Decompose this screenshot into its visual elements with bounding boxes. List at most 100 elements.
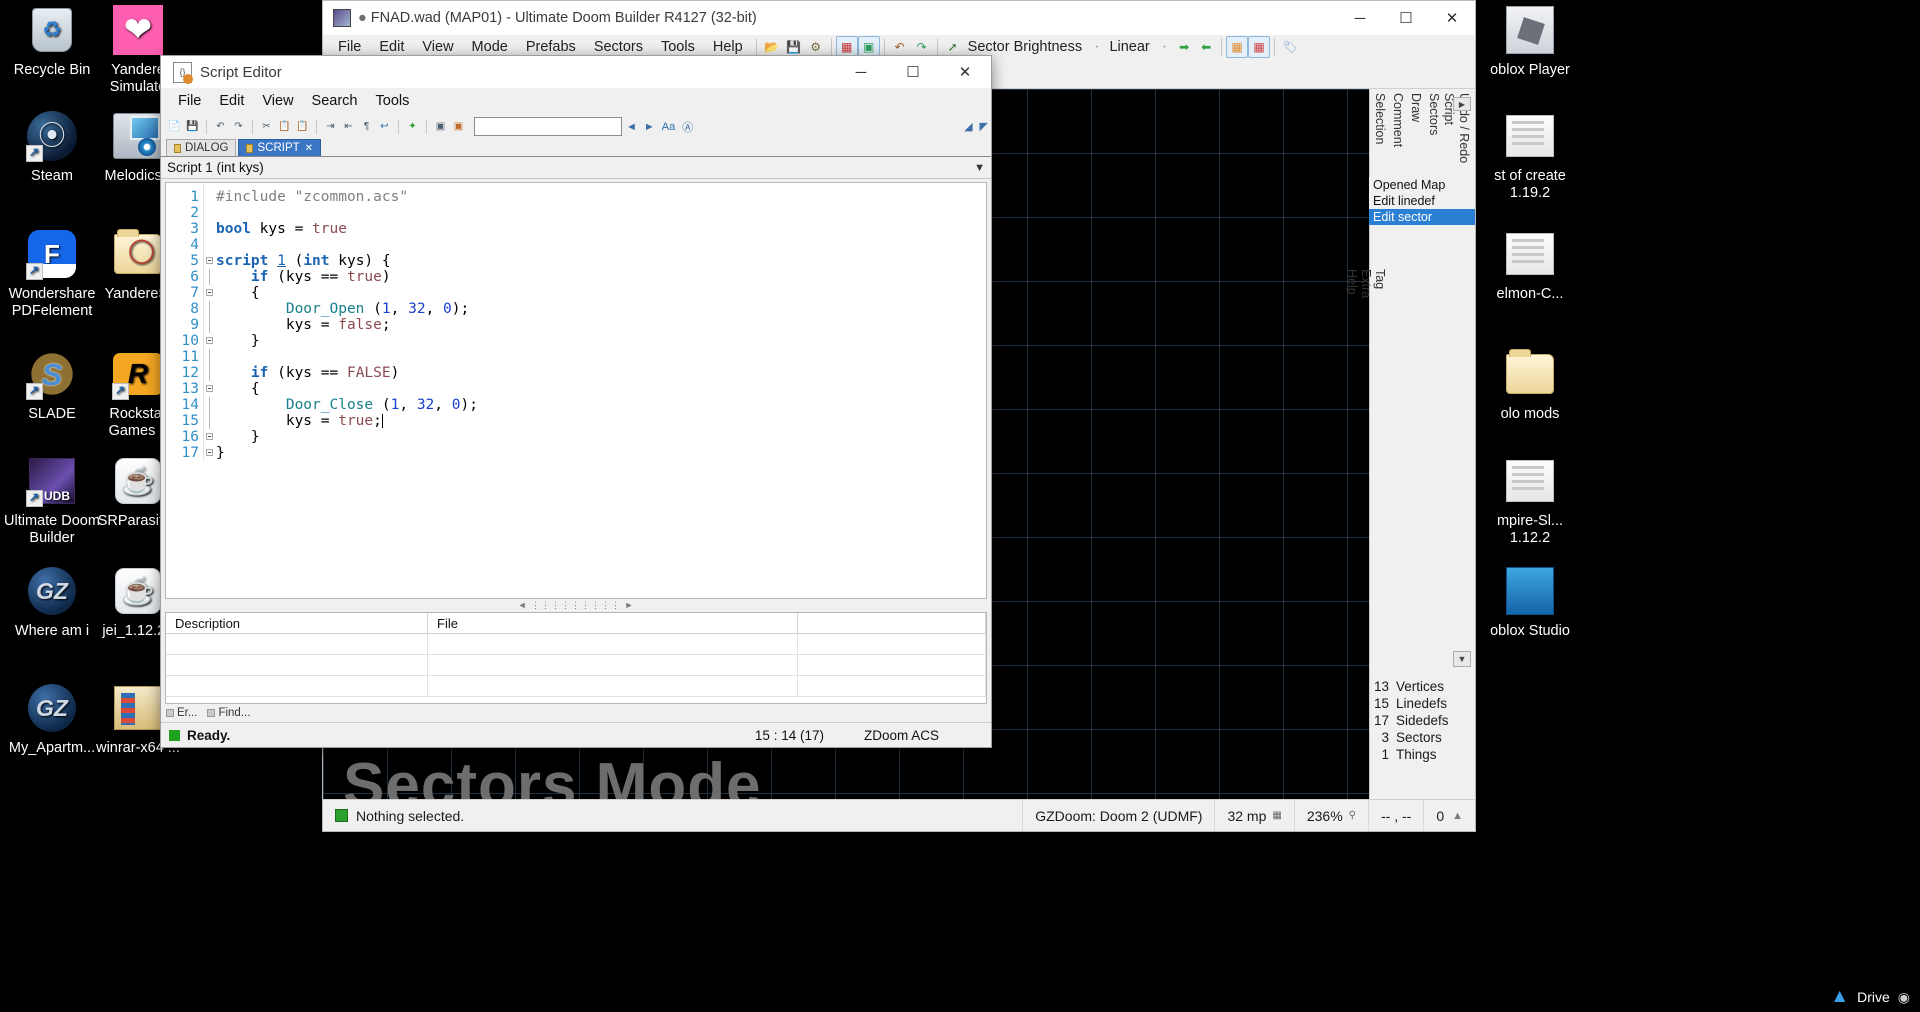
menu-mode[interactable]: Mode (463, 37, 517, 57)
results-grid-rows[interactable] (166, 634, 986, 703)
sidebar-collapse-button[interactable]: ▶ (1453, 97, 1471, 111)
indent-icon[interactable]: ⇥ (322, 118, 339, 135)
fold-marker[interactable] (204, 429, 216, 445)
desktop-icon-empire-sl-folder[interactable]: mpire-Sl... 1.12.2 (1478, 455, 1582, 547)
zoom-cell[interactable]: 236% ⚲ (1293, 800, 1368, 831)
code-line[interactable]: Door_Close (1, 32, 0); (216, 397, 478, 413)
zoom-out-icon[interactable]: ◢ (961, 120, 975, 133)
code-line[interactable]: kys = true; (216, 413, 478, 429)
compile-icon[interactable]: ✦ (404, 118, 421, 135)
script-editor-menubar[interactable]: File Edit View Search Tools (161, 88, 991, 114)
code-line[interactable]: kys = false; (216, 317, 478, 333)
se-close-button[interactable]: ✕ (939, 56, 991, 88)
insert-icon[interactable]: ▣ (450, 118, 467, 135)
code-line[interactable] (216, 237, 478, 253)
close-button[interactable]: ✕ (1429, 1, 1475, 35)
code-line[interactable]: Door_Open (1, 32, 0); (216, 301, 478, 317)
paste-icon[interactable]: 📋 (294, 118, 311, 135)
code-line[interactable] (216, 205, 478, 221)
gradient-floors-icon[interactable]: ➡ (1173, 36, 1195, 58)
vtab-extra[interactable]: Extra (1359, 269, 1373, 298)
script-editor-tabs[interactable]: DIALOG SCRIPT ✕ (161, 139, 991, 157)
code-line[interactable]: bool kys = true (216, 221, 478, 237)
grid-cell[interactable]: 0 ▲ (1423, 800, 1475, 831)
vtab-draw[interactable]: Draw (1409, 93, 1423, 122)
new-script-icon[interactable]: 📄 (166, 118, 183, 135)
code-line[interactable]: } (216, 429, 478, 445)
tray-extra-icon[interactable]: ◉ (1898, 989, 1910, 1006)
counts-expand-button[interactable]: ▼ (1453, 651, 1471, 667)
outdent-icon[interactable]: ⇤ (340, 118, 357, 135)
table-row[interactable] (166, 634, 986, 655)
code-line[interactable]: script 1 (int kys) { (216, 253, 478, 269)
menu-file[interactable]: File (329, 37, 370, 57)
vtab-tag[interactable]: Tag (1373, 269, 1387, 289)
whole-word-icon[interactable]: Ⓐ (679, 119, 696, 135)
table-row[interactable] (166, 676, 986, 697)
maximize-button[interactable]: ☐ (1383, 1, 1429, 35)
match-case-icon[interactable]: Aa (659, 121, 678, 133)
code-text[interactable]: #include "zcommon.acs" bool kys = true s… (216, 183, 478, 461)
se-menu-edit[interactable]: Edit (210, 91, 253, 111)
minimize-button[interactable]: ─ (1337, 1, 1383, 35)
se-menu-file[interactable]: File (169, 91, 210, 111)
desktop-icon-olo-mods-folder[interactable]: olo mods (1478, 348, 1582, 423)
tag-icon[interactable]: 🏷 (1279, 36, 1301, 58)
fold-marker[interactable] (204, 253, 216, 269)
code-folding-column[interactable] (204, 183, 216, 461)
find-next-icon[interactable]: ► (641, 121, 658, 133)
vtab-selection[interactable]: Selection (1373, 93, 1387, 144)
redo-icon[interactable]: ↷ (230, 118, 247, 135)
code-line[interactable]: } (216, 333, 478, 349)
snap-to-grid-icon[interactable]: ▦ (1226, 36, 1249, 58)
desktop-icon-roblox-studio[interactable]: oblox Studio (1478, 565, 1582, 640)
system-tray[interactable]: ▲ Drive ◉ (1830, 986, 1910, 1008)
vtab-sectors[interactable]: Sectors (1427, 93, 1441, 135)
cut-icon[interactable]: ✂ (258, 118, 275, 135)
vtab-comment[interactable]: Comment (1391, 93, 1405, 147)
close-icon[interactable]: ✕ (305, 143, 313, 154)
panel-splitter[interactable]: ◄ ⋮⋮⋮⋮⋮⋮⋮⋮⋮ ► (161, 599, 991, 612)
code-line[interactable]: { (216, 285, 478, 301)
wordwrap-icon[interactable]: ↩ (376, 118, 393, 135)
snippet-icon[interactable]: ▣ (432, 118, 449, 135)
code-line[interactable]: #include "zcommon.acs" (216, 189, 478, 205)
copy-icon[interactable]: 📋 (276, 118, 293, 135)
menu-prefabs[interactable]: Prefabs (517, 37, 585, 57)
gradient-ceilings-icon[interactable]: ⬅ (1195, 36, 1217, 58)
results-grid[interactable]: Description File (165, 612, 987, 704)
code-line[interactable]: { (216, 381, 478, 397)
auto-merge-icon[interactable]: ▦ (1248, 36, 1271, 58)
se-maximize-button[interactable]: ☐ (887, 56, 939, 88)
bottom-tab-find[interactable]: Find... (207, 707, 250, 719)
menu-help[interactable]: Help (704, 37, 752, 57)
script-selector[interactable]: Script 1 (int kys) ▼ (161, 157, 991, 179)
menu-view[interactable]: View (413, 37, 462, 57)
script-editor-toolbar[interactable]: 📄 💾 ↶ ↷ ✂ 📋 📋 ⇥ ⇤ ¶ ↩ ✦ ▣ ▣ ◄ ► Aa Ⓐ ◢ ◤ (161, 114, 991, 139)
desktop-icon-createmods-folder[interactable]: st of create 1.19.2 (1478, 110, 1582, 202)
code-line[interactable] (216, 349, 478, 365)
script-editor-bottom-tabs[interactable]: Er... Find... (161, 704, 991, 722)
fold-marker[interactable] (204, 381, 216, 397)
undo-icon[interactable]: ↶ (212, 118, 229, 135)
se-menu-search[interactable]: Search (303, 91, 367, 111)
code-line[interactable]: if (kys == true) (216, 269, 478, 285)
menu-sectors[interactable]: Sectors (585, 37, 652, 57)
find-input[interactable] (474, 117, 622, 136)
whitespace-icon[interactable]: ¶ (358, 118, 375, 135)
table-row[interactable] (166, 655, 986, 676)
script-editor-window[interactable]: {} Script Editor ─ ☐ ✕ File Edit View Se… (160, 55, 992, 748)
zoom-in-icon[interactable]: ◤ (977, 120, 991, 133)
save-script-icon[interactable]: 💾 (184, 118, 201, 135)
code-line[interactable]: } (216, 445, 478, 461)
undo-item-edit-linedef[interactable]: Edit linedef (1369, 193, 1475, 209)
bottom-tab-errors[interactable]: Er... (166, 707, 197, 719)
desktop-icon-roblox-player[interactable]: oblox Player (1478, 4, 1582, 79)
se-minimize-button[interactable]: ─ (835, 56, 887, 88)
code-editor[interactable]: 1 2 3 4 5 6 7 8 9 10 11 12 13 14 15 16 17 #include "zcom… (165, 182, 987, 599)
code-line[interactable]: if (kys == FALSE) (216, 365, 478, 381)
undo-item-edit-sector[interactable]: Edit sector (1369, 209, 1475, 225)
chevron-down-icon[interactable]: ▼ (974, 162, 985, 174)
undo-item-opened-map[interactable]: Opened Map (1369, 177, 1475, 193)
menu-edit[interactable]: Edit (370, 37, 413, 57)
